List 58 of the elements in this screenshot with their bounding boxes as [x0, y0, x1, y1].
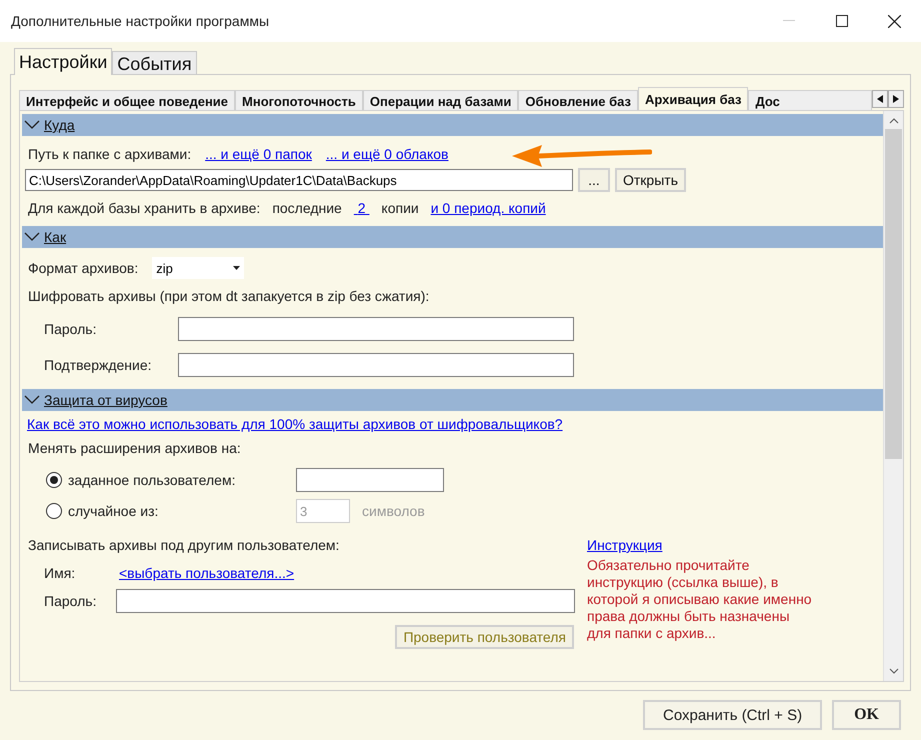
left-triangle-icon: [877, 95, 883, 103]
dialog-button[interactable]: Сохранить (Ctrl + S): [642, 700, 822, 730]
periodic-copies-link[interactable]: и 0 период. копий: [430, 200, 546, 216]
dialog-button[interactable]: OK: [832, 700, 901, 730]
section-header[interactable]: Защита от вирусов: [22, 389, 883, 411]
right-triangle-icon: [893, 95, 899, 103]
field-label: последние: [272, 200, 342, 216]
tab[interactable]: События: [112, 51, 197, 74]
tab[interactable]: Многопоточность: [235, 90, 363, 111]
section-header[interactable]: Куда: [22, 114, 883, 136]
browse-button[interactable]: ...: [578, 168, 610, 192]
select-user-link[interactable]: <выбрать пользователя...>: [119, 565, 294, 581]
option-label: заданное пользователем:: [68, 472, 236, 488]
field-label: Имя:: [44, 565, 76, 581]
scroll-left-button[interactable]: [872, 90, 888, 108]
tab[interactable]: Обновление баз: [518, 90, 638, 111]
option-label: случайное из:: [68, 503, 160, 519]
tab[interactable]: Настройки: [14, 48, 112, 75]
window-title: Дополнительные настройки программы: [10, 13, 270, 29]
tab[interactable]: Операции над базами: [362, 90, 518, 111]
chevron-down-icon: [24, 232, 40, 242]
field-label: символов: [362, 503, 425, 519]
field-label: Путь к папке с архивами:: [28, 146, 192, 162]
chevron-down-icon: [24, 120, 40, 130]
field-label: копии: [381, 200, 419, 216]
chevron-down-icon: [24, 395, 40, 405]
dropdown-arrow-icon: [233, 266, 240, 270]
scrollbar[interactable]: [883, 111, 903, 681]
extension-field[interactable]: [296, 468, 444, 492]
copies-link[interactable]: 2: [354, 200, 370, 216]
field-label: Для каждой базы хранить в архиве:: [28, 200, 260, 216]
scroll-right-button[interactable]: [888, 90, 904, 108]
clouds-link[interactable]: ... и ещё 0 облаков: [326, 146, 448, 162]
open-button[interactable]: Открыть: [615, 168, 686, 192]
folders-link[interactable]: ... и ещё 0 папок: [205, 146, 312, 162]
user-password-field[interactable]: [116, 589, 575, 613]
tab[interactable]: Интерфейс и общее поведение: [19, 90, 236, 111]
help-link[interactable]: Как всё это можно использовать для 100% защиты архивов от шифровальщиков?: [27, 416, 563, 432]
close-icon[interactable]: [888, 14, 901, 28]
field-label: Пароль:: [44, 321, 98, 337]
field-label: Формат архивов:: [28, 260, 138, 276]
instruction-link[interactable]: Инструкция: [587, 537, 662, 553]
format-dropdown[interactable]: zip: [152, 257, 244, 279]
field-label: Менять расширения архивов на:: [28, 440, 241, 456]
arrow-icon: [510, 143, 652, 169]
password-field[interactable]: [178, 317, 574, 341]
maximize-icon[interactable]: [836, 15, 848, 27]
tab[interactable]: Дос: [748, 90, 872, 111]
field-label: Записывать архивы под другим пользователем:: [28, 537, 340, 553]
path-field[interactable]: C:\Users\Zorander\AppData\Roaming\Updater1C\Data\Backups: [25, 169, 573, 191]
radio-button[interactable]: [46, 472, 62, 488]
field-label: Подтверждение:: [44, 357, 153, 373]
tab[interactable]: Архивация баз: [638, 87, 748, 111]
confirm-password-field[interactable]: [178, 353, 574, 377]
warning-text: Обязательно прочитайте инструкцию (ссылка выше), в которой я описываю какие именно права должны быть назначены для папки с архив...: [587, 557, 813, 642]
field-label: Пароль:: [44, 593, 98, 609]
section-header[interactable]: Как: [22, 226, 883, 248]
field-label: Шифровать архивы (при этом dt запакуется в zip без сжатия):: [28, 288, 430, 304]
